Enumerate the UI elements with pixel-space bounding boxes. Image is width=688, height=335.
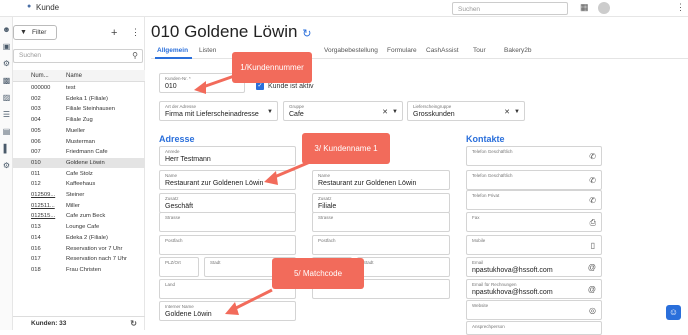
annotation-matchcode: 5/ Matchcode xyxy=(272,258,364,289)
annotation-kundenname: 3/ Kundenname 1 xyxy=(302,133,390,164)
arrow-head-3 xyxy=(264,171,278,185)
arrow-head-5 xyxy=(225,302,239,315)
arrow-line-5 xyxy=(231,288,273,312)
arrow-line-3 xyxy=(271,160,311,180)
arrow-head-1 xyxy=(194,81,206,94)
annotation-kundennummer: 1/Kundennummer xyxy=(232,52,312,83)
